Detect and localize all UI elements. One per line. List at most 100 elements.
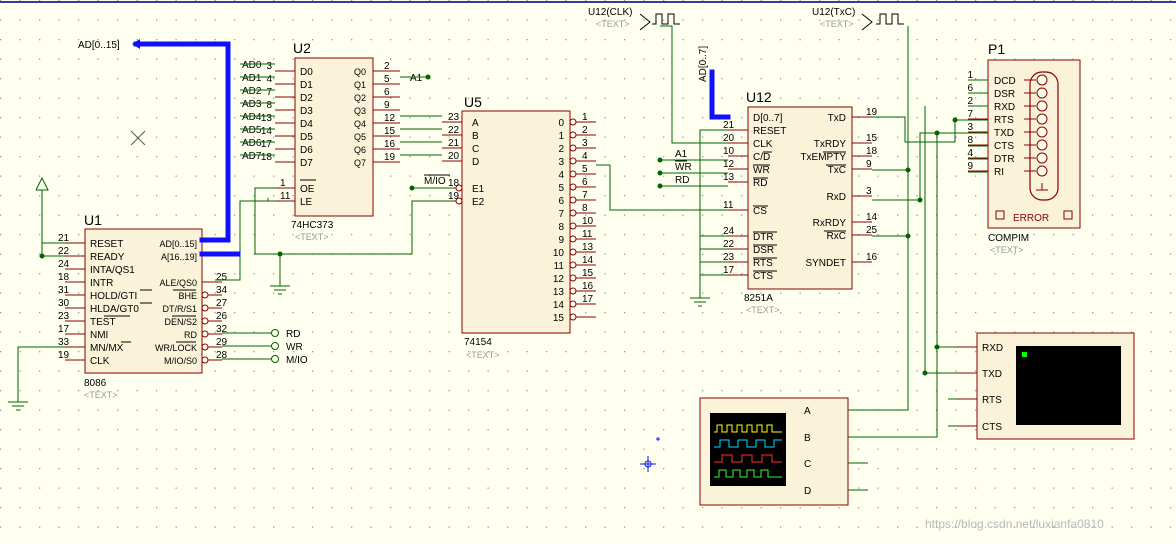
u12-pin-number: 14 (866, 212, 878, 223)
u1-pin-label: A[16..19] (161, 252, 197, 262)
u1-pin-number: 19 (58, 350, 70, 361)
u2-pin-number: 15 (384, 126, 396, 137)
terminal-screen (1016, 346, 1121, 425)
p1-pin-label: DSR (994, 89, 1015, 100)
u5-pin-number: 17 (582, 294, 594, 305)
u5-pin-number: 16 (582, 281, 594, 292)
u2-pin-number: 13 (261, 113, 273, 124)
u2-pin-label: D6 (300, 145, 313, 156)
u2-pin-label: Q5 (354, 132, 366, 142)
u12-pin-number: 20 (723, 133, 735, 144)
u5-pin-number: 1 (582, 112, 588, 123)
u1-pin-number: 26 (216, 311, 228, 322)
net-terminal[interactable] (271, 355, 279, 363)
net-terminal[interactable] (271, 329, 279, 337)
txc-gen-label: U12(TxC) (812, 7, 855, 18)
u5-inverter-bubble (569, 261, 577, 269)
u5-pin-number: 7 (582, 190, 588, 201)
u12-pin-number: 21 (723, 120, 735, 131)
u5-pin-label: 5 (558, 183, 564, 194)
u2-pin-number: 18 (261, 152, 273, 163)
u5-inverter-bubble (569, 131, 577, 139)
u1-inverter-bubble (201, 343, 209, 351)
u2-pin-label: LE (300, 197, 313, 208)
p1-pin-number: 1 (967, 70, 973, 81)
u5-pin-number: 6 (582, 177, 588, 188)
u12-pin-label: CS (753, 206, 767, 217)
u5-pin-label: B (472, 131, 479, 142)
u5-inverter-bubble (569, 196, 577, 204)
p1-pin-label: TXD (994, 128, 1014, 139)
txc-gen-text-tag: <TEXT> (820, 19, 854, 29)
u12-pin-label: C/D (753, 152, 770, 163)
u5-pin-label: 6 (558, 196, 564, 207)
net-label-ad5: AD5 (242, 125, 262, 136)
u5-pin-label: 1 (558, 131, 564, 142)
u1-part: 8086 (84, 378, 107, 389)
u12-text-tag: <TEXT> (746, 305, 780, 315)
u12-pin-label: RxRDY (813, 218, 847, 229)
u2-pin-number: 9 (384, 100, 390, 111)
u5-text-tag: <TEXT> (466, 350, 500, 360)
u5-pin-label: 7 (558, 209, 564, 220)
u12-pin-label: RD (753, 178, 767, 189)
u5-pin-label: 13 (553, 287, 565, 298)
u5-pin-number: 20 (448, 151, 460, 162)
u5-pin-label: 12 (553, 274, 565, 285)
u2-pin-number: 3 (266, 61, 272, 72)
u1-pin-number: 18 (58, 272, 70, 283)
u5-pin-label: 10 (553, 248, 565, 259)
virtual-terminal[interactable]: RXD TXD RTS CTS (957, 332, 1135, 440)
net-label-ad7: AD7 (242, 151, 262, 162)
u2-pin-label: Q3 (354, 106, 366, 116)
u5-inverter-bubble (569, 118, 577, 126)
u5-inverter-bubble (569, 144, 577, 152)
db9-pin-icon (1036, 126, 1048, 138)
u1-inverter-bubble (201, 356, 209, 364)
p1-pin-label: DCD (994, 76, 1016, 87)
net-label-m-io: M/IO (286, 355, 308, 366)
net-label-a1: A1 (410, 73, 423, 84)
schematic-canvas[interactable]: U2 74HC373 <TEXT> D03AD0D14AD1D27AD2D38A… (0, 0, 1176, 544)
u5-pin-label: 3 (558, 157, 564, 168)
u5-pin-label: 15 (553, 313, 565, 324)
scope-pin-label: C (804, 459, 811, 470)
net-label-wr: WR (675, 162, 692, 173)
u2-pin-number: 7 (266, 87, 272, 98)
u5-pin-number: 14 (582, 255, 594, 266)
u5-inverter-bubble (569, 313, 577, 321)
u12-pin-label: TxC (828, 165, 846, 176)
u2-pin-label: D5 (300, 132, 313, 143)
p1-pin-label: DTR (994, 154, 1015, 165)
p1-pin-label: RI (994, 167, 1004, 178)
net-label-rd: RD (286, 329, 300, 340)
p1-pin-number: 9 (967, 161, 973, 172)
terminal-pin-label: RTS (982, 395, 1002, 406)
scope-pin-label: B (804, 433, 811, 444)
p1-pin-number: 2 (967, 96, 973, 107)
u5-inverter-bubble (569, 274, 577, 282)
u5-inverter-bubble (569, 287, 577, 295)
u1-inverter-bubble (201, 330, 209, 338)
watermark: https://blog.csdn.net/luxianfa0810 (925, 517, 1104, 531)
u12-pin-label: RxD (827, 192, 846, 203)
u1-pin-number: 22 (58, 246, 70, 257)
u12-pin-label: TxRDY (814, 139, 847, 150)
net-terminal[interactable] (271, 342, 279, 350)
u1-pin-label: BHE (178, 291, 197, 301)
u1-pin-number: 33 (58, 337, 70, 348)
oscilloscope[interactable]: A B C D (699, 397, 868, 506)
u5-pin-label: A (472, 118, 479, 129)
u12-pin-label: TxD (828, 113, 846, 124)
p1-ref: P1 (988, 41, 1005, 57)
u5-pin-number: 2 (582, 125, 588, 136)
u2-pin-number: 11 (280, 191, 291, 202)
u12-pin-number: 22 (723, 239, 735, 250)
p1-pin-label: RTS (994, 115, 1014, 126)
u1-pin-label: CLK (90, 356, 110, 367)
u5-pin-number: 19 (448, 191, 460, 202)
u2-pin-number: 1 (280, 178, 286, 189)
net-label-ad1: AD1 (242, 73, 262, 84)
u5-pin-number: 11 (582, 229, 593, 240)
u12-pin-number: 11 (723, 200, 734, 211)
